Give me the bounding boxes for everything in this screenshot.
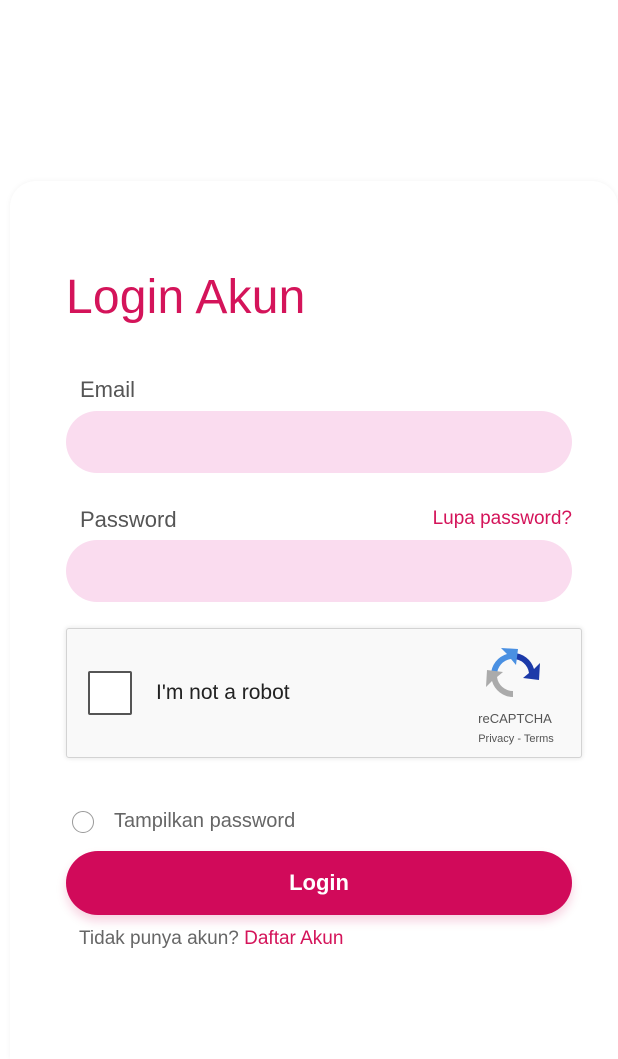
- email-label: Email: [80, 377, 136, 402]
- recaptcha-separator: -: [514, 733, 524, 745]
- signup-prompt-row: Tidak punya akun? Daftar Akun: [79, 927, 343, 951]
- show-password-toggle[interactable]: Tampilkan password: [72, 810, 295, 833]
- signup-prompt: Tidak punya akun?: [79, 928, 239, 949]
- recaptcha-brand: reCAPTCHA: [478, 711, 552, 726]
- recaptcha-widget: I'm not a robot reCAPTCHA Privacy - Term…: [66, 628, 582, 758]
- show-password-checkbox[interactable]: [72, 810, 94, 833]
- recaptcha-terms-link[interactable]: Terms: [524, 733, 554, 745]
- recaptcha-label: I'm not a robot: [156, 681, 290, 704]
- login-button[interactable]: Login: [66, 851, 572, 915]
- recaptcha-links: Privacy - Terms: [459, 733, 573, 745]
- recaptcha-logo-icon: [486, 648, 540, 697]
- signup-link[interactable]: Daftar Akun: [244, 928, 343, 949]
- password-label: Password: [80, 507, 177, 532]
- recaptcha-privacy-link[interactable]: Privacy: [478, 733, 514, 745]
- email-field[interactable]: [66, 411, 572, 473]
- recaptcha-checkbox[interactable]: [88, 671, 132, 715]
- page-title: Login Akun: [66, 271, 306, 324]
- show-password-label: Tampilkan password: [114, 810, 296, 832]
- password-field[interactable]: [66, 540, 572, 602]
- forgot-password-link[interactable]: Lupa password?: [433, 507, 572, 531]
